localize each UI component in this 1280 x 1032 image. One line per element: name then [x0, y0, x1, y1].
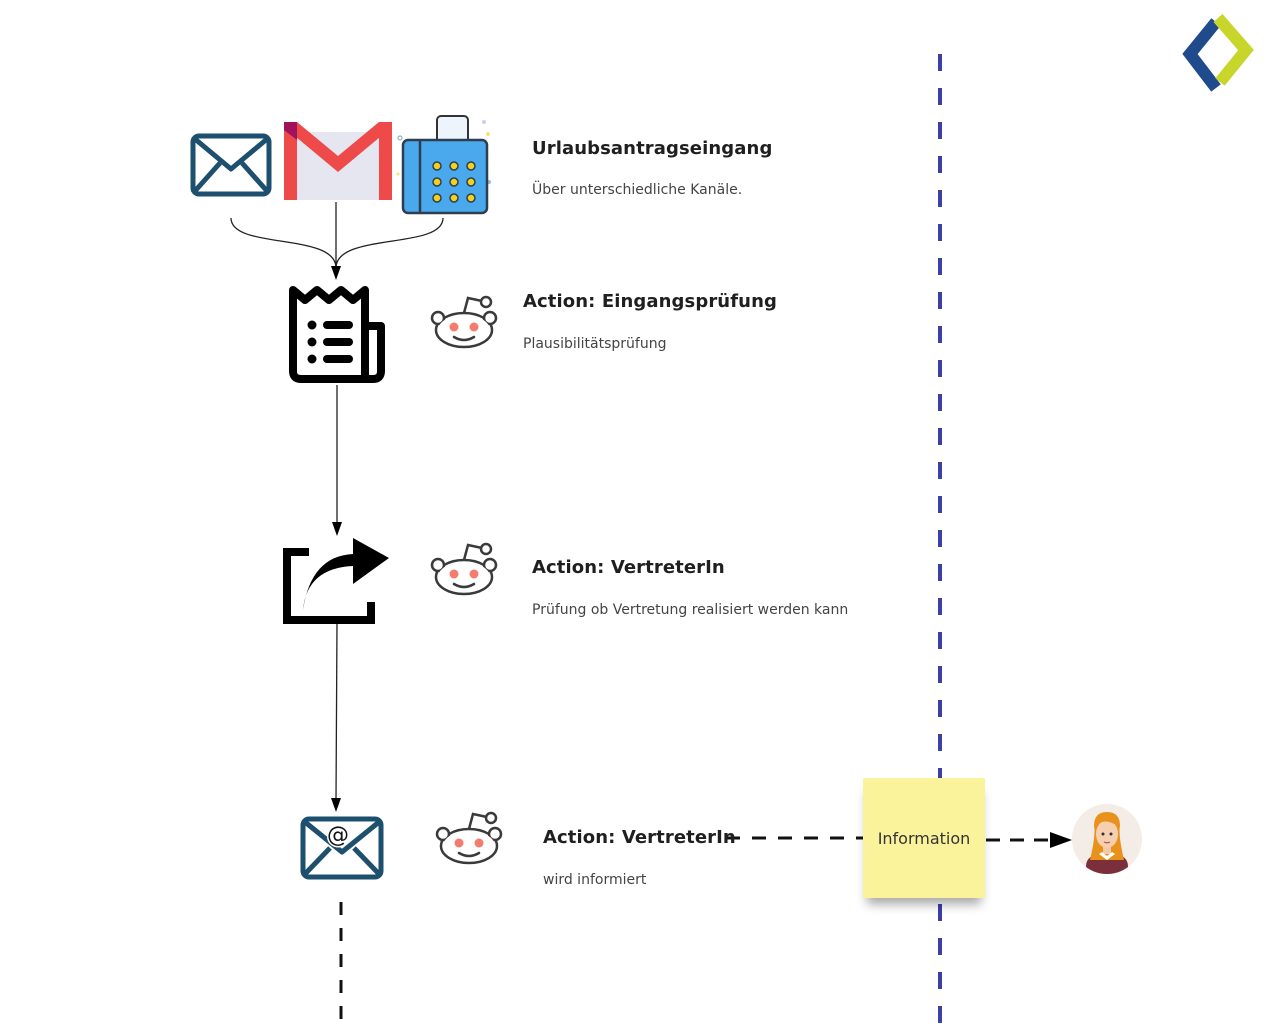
fax-machine-icon	[396, 112, 492, 218]
arrowhead	[331, 266, 341, 280]
gmail-icon	[284, 122, 392, 202]
robot-icon	[435, 808, 503, 866]
step-2-subtitle: Plausibilitätsprüfung	[523, 336, 667, 352]
person-avatar-icon	[1072, 804, 1142, 876]
step-2-title: Action: Eingangsprüfung	[523, 291, 777, 312]
mail-envelope-icon	[190, 133, 272, 197]
share-forward-icon	[283, 538, 391, 624]
arrowhead	[331, 798, 341, 812]
sticky-note-label: Information	[877, 828, 971, 848]
step-1-subtitle: Über unterschiedliche Kanäle.	[532, 182, 743, 198]
step-3-title: Action: VertreterIn	[532, 557, 725, 578]
step-3-subtitle: Prüfung ob Vertretung realisiert werden …	[532, 602, 849, 618]
receipt-document-icon	[287, 284, 387, 384]
svg-text:@: @	[327, 823, 349, 848]
email-at-icon: @	[300, 816, 384, 880]
connector-share-to-mail	[335, 621, 338, 801]
connector-mail-to-check	[230, 217, 337, 269]
step-4-subtitle: wird informiert	[543, 872, 647, 888]
step-1-title: Urlaubsantragseingang	[532, 138, 773, 159]
sticky-note-information[interactable]: Information	[863, 778, 985, 898]
step-4-title: Action: VertreterIn	[543, 827, 736, 848]
robot-icon	[430, 539, 498, 597]
arrowhead	[332, 522, 342, 536]
robot-icon	[430, 292, 498, 350]
arrowhead	[1050, 832, 1072, 848]
connector-fax-to-check	[335, 217, 444, 269]
